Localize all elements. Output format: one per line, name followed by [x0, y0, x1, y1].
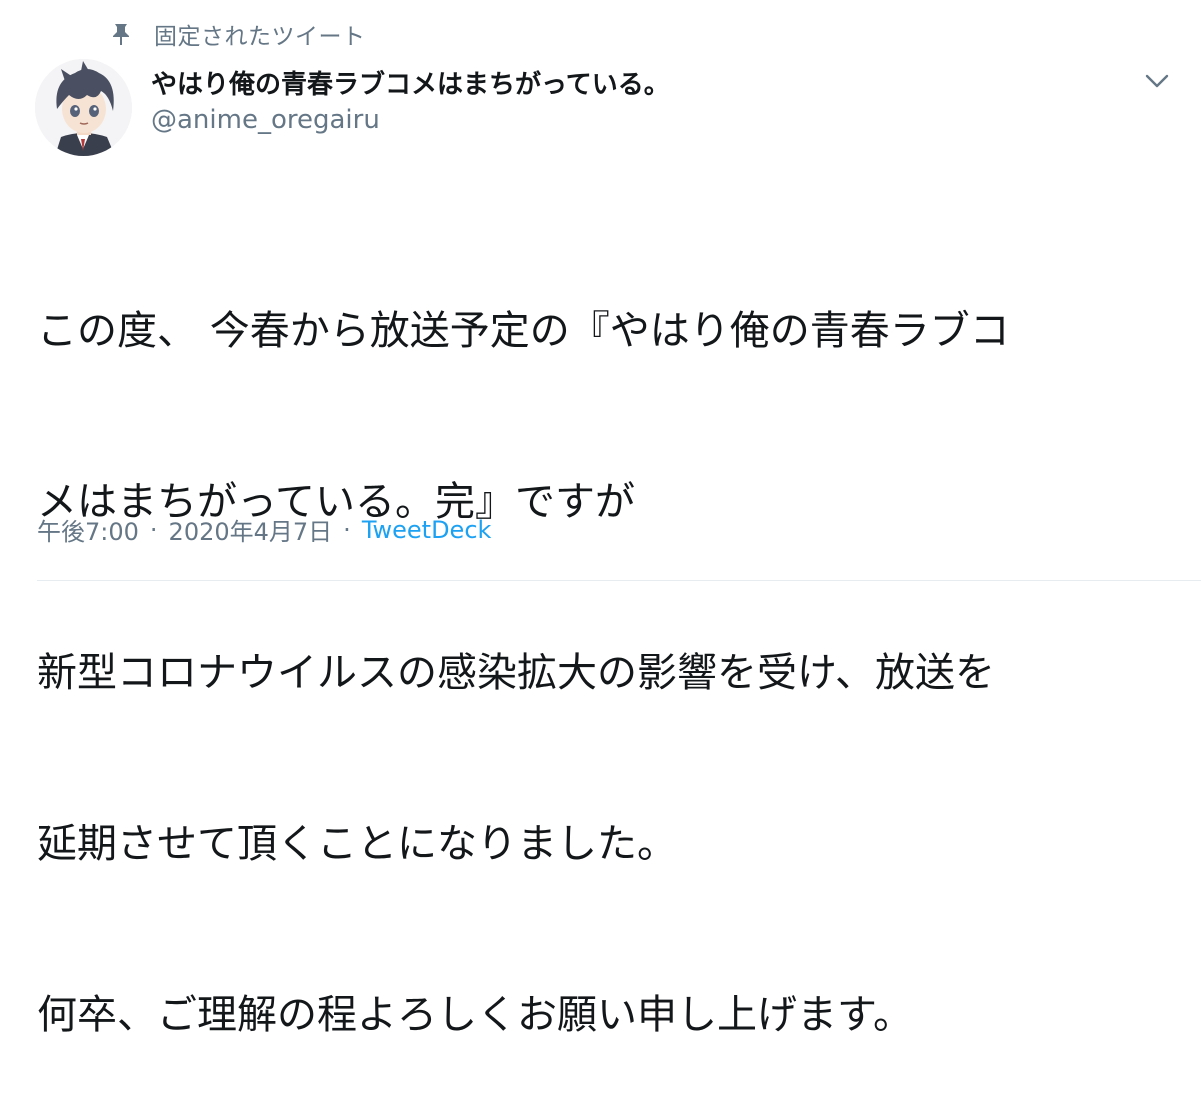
tweet-text-line: 新型コロナウイルスの感染拡大の影響を受け、放送を: [37, 650, 995, 696]
pin-icon: [110, 22, 132, 46]
pinned-tweet-label: 固定されたツイート: [154, 24, 366, 50]
anime-character-avatar: [35, 59, 132, 156]
meta-separator: ·: [149, 515, 158, 544]
tweet-options-button[interactable]: [1142, 66, 1172, 96]
tweet-text: この度、 今春から放送予定の『やはり俺の青春ラブコ メはまちがっている。完』です…: [37, 189, 1177, 1101]
tweet-text-line: 延期させて頂くことになりました。: [37, 821, 677, 867]
author-handle[interactable]: @anime_oregairu: [151, 105, 380, 135]
author-name[interactable]: やはり俺の青春ラブコメはまちがっている。: [151, 64, 670, 101]
tweet-text-line: 何卒、ご理解の程よろしくお願い申し上げます。: [37, 992, 913, 1038]
tweet-time[interactable]: 午後7:00: [37, 512, 139, 547]
tweet-source-link[interactable]: TweetDeck: [362, 516, 492, 544]
tweet-metadata: 午後7:00 · 2020年4月7日 · TweetDeck: [37, 512, 491, 547]
avatar[interactable]: [35, 59, 132, 156]
divider: [37, 580, 1201, 581]
pinned-tweet-indicator: 固定されたツイート: [110, 14, 366, 54]
tweet-date[interactable]: 2020年4月7日: [169, 512, 333, 547]
tweet-text-line: この度、 今春から放送予定の『やはり俺の青春ラブコ: [37, 308, 1010, 354]
meta-separator: ·: [343, 515, 351, 544]
chevron-down-icon: [1145, 74, 1169, 88]
